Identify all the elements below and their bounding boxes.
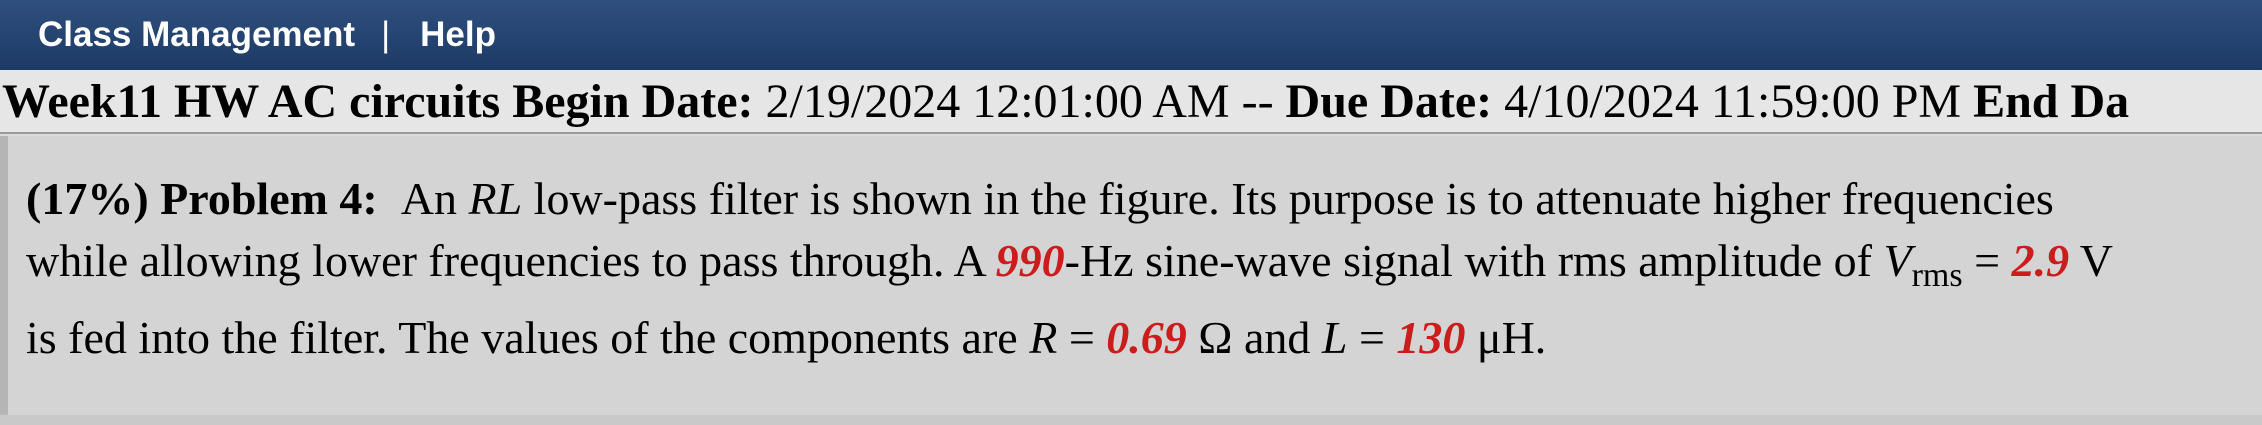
l-symbol: L bbox=[1321, 312, 1348, 364]
equals-3: = bbox=[1347, 312, 1397, 364]
assignment-title: Week11 HW AC circuits bbox=[2, 75, 501, 128]
inductance-value: 130 bbox=[1396, 312, 1466, 364]
v-subscript: rms bbox=[1911, 257, 1963, 295]
begin-date-value: 2/19/2024 12:01:00 AM bbox=[765, 75, 1230, 128]
equals-1: = bbox=[1962, 235, 2012, 286]
begin-date-label: Begin Date: bbox=[512, 75, 754, 128]
bottom-divider bbox=[0, 415, 2262, 425]
top-nav-bar: Class Management | Help bbox=[0, 0, 2262, 70]
problem-text-6: μH. bbox=[1465, 312, 1547, 364]
resistance-value: 0.69 bbox=[1106, 312, 1187, 364]
class-management-link[interactable]: Class Management bbox=[38, 15, 355, 55]
problem-panel: (17%) Problem 4: An RL low-pass filter i… bbox=[0, 136, 2262, 425]
due-date-value: 4/10/2024 11:59:00 PM bbox=[1504, 75, 1962, 128]
date-dash: -- bbox=[1241, 75, 1274, 128]
assignment-header: Week11 HW AC circuits Begin Date: 2/19/2… bbox=[0, 70, 2262, 134]
v-symbol: V bbox=[1883, 235, 1912, 286]
nav-separator: | bbox=[381, 15, 391, 54]
rl-symbol: RL bbox=[468, 173, 523, 224]
problem-label: Problem 4: bbox=[160, 173, 378, 224]
help-link[interactable]: Help bbox=[420, 15, 496, 55]
problem-text-3: -Hz sine-wave signal with rms amplitude … bbox=[1064, 235, 1884, 286]
problem-text-5: Ω and bbox=[1186, 312, 1322, 364]
equals-2: = bbox=[1057, 312, 1107, 364]
end-date-label: End Da bbox=[1973, 75, 2130, 128]
problem-statement: (17%) Problem 4: An RL low-pass filter i… bbox=[26, 168, 2116, 369]
voltage-value: 2.9 bbox=[2011, 235, 2070, 286]
problem-weight: (17%) bbox=[26, 173, 149, 224]
problem-text-1: An bbox=[400, 173, 469, 224]
due-date-label: Due Date: bbox=[1285, 75, 1493, 128]
frequency-value: 990 bbox=[995, 235, 1065, 286]
r-symbol: R bbox=[1029, 312, 1058, 364]
